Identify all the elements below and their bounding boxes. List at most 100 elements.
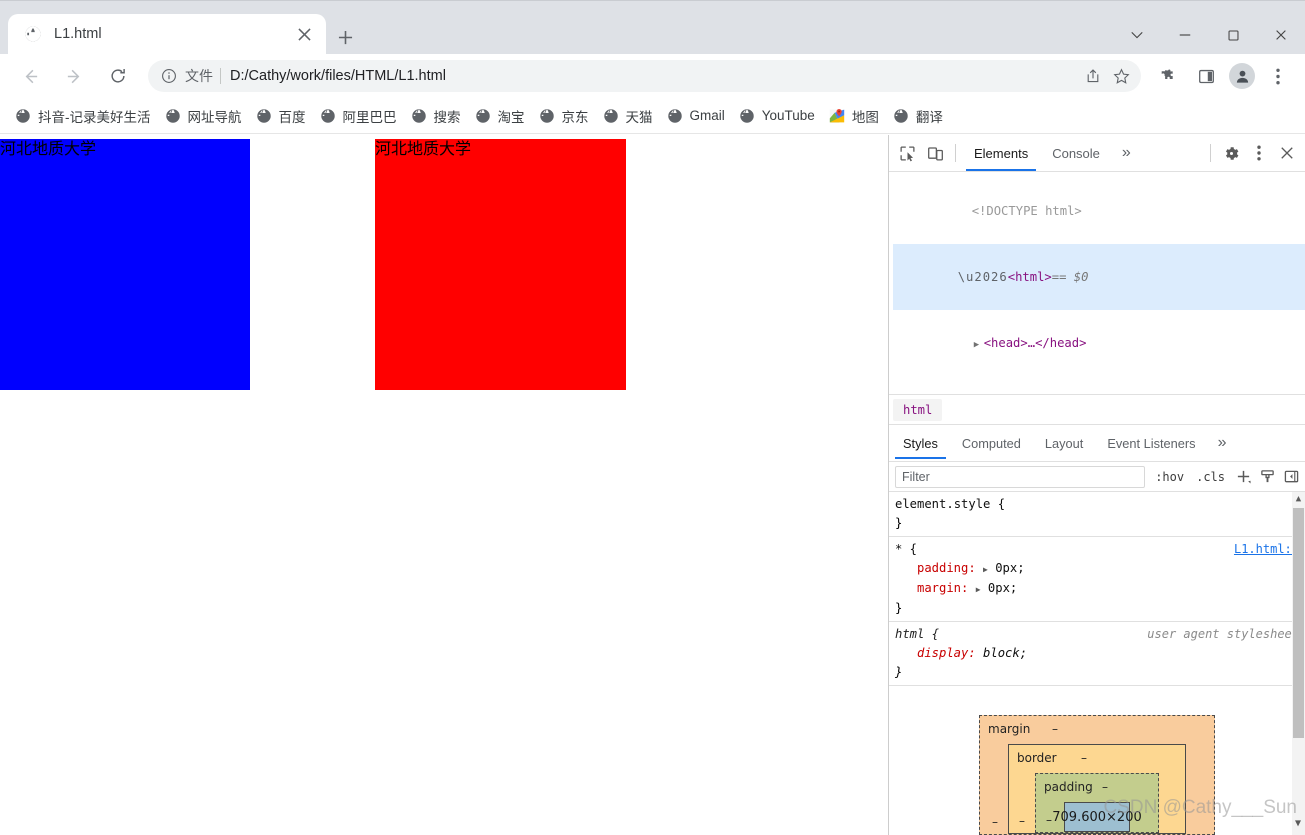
scrollbar-thumb[interactable] bbox=[1293, 508, 1304, 738]
bookmark-item[interactable]: 网址导航 bbox=[158, 103, 249, 129]
globe-icon bbox=[667, 108, 683, 124]
expand-triangle-icon[interactable]: ▶ bbox=[983, 565, 988, 574]
paintbrush-icon[interactable] bbox=[1255, 466, 1279, 488]
reload-button[interactable] bbox=[101, 59, 135, 93]
css-declaration-padding[interactable]: padding: ▶ 0px; bbox=[895, 559, 1299, 579]
tab-computed[interactable]: Computed bbox=[950, 427, 1033, 459]
bookmark-label: 翻译 bbox=[915, 109, 943, 125]
minimize-button[interactable] bbox=[1161, 12, 1209, 58]
device-toolbar-icon[interactable] bbox=[921, 139, 949, 167]
puzzle-icon[interactable] bbox=[1153, 61, 1183, 91]
three-dot-menu-icon[interactable] bbox=[1245, 139, 1273, 167]
dom-line-head[interactable]: ▶ <head>…</head> bbox=[893, 310, 1305, 378]
maximize-button[interactable] bbox=[1209, 12, 1257, 58]
hov-toggle-button[interactable]: :hov bbox=[1149, 470, 1190, 484]
scroll-down-arrow-icon[interactable]: ▼ bbox=[1295, 814, 1301, 833]
margin-value[interactable]: – bbox=[1052, 720, 1058, 739]
bookmark-item[interactable]: YouTube bbox=[732, 103, 822, 129]
browser-tab[interactable]: L1.html bbox=[8, 14, 326, 54]
bookmark-label: 京东 bbox=[561, 109, 589, 125]
bookmark-label: 网址导航 bbox=[187, 109, 242, 125]
breadcrumb-item-html[interactable]: html bbox=[893, 398, 943, 421]
bookmark-item[interactable]: 翻译 bbox=[886, 103, 950, 129]
bookmarks-bar: 抖音-记录美好生活 网址导航 百度 阿里巴巴 搜索 淘宝 京东 天猫 Gmail… bbox=[0, 98, 1305, 134]
expand-dots[interactable]: \u2026 bbox=[958, 270, 1008, 284]
new-style-rule-button[interactable] bbox=[1231, 466, 1255, 488]
bookmark-item[interactable]: 百度 bbox=[249, 103, 313, 129]
close-icon[interactable] bbox=[1273, 139, 1301, 167]
margin-label: margin bbox=[988, 722, 1031, 736]
side-panel-icon[interactable] bbox=[1191, 61, 1221, 91]
margin-bottom-value[interactable]: – bbox=[992, 813, 998, 832]
bookmark-item[interactable]: 京东 bbox=[532, 103, 596, 129]
three-dot-menu-icon[interactable] bbox=[1263, 61, 1293, 91]
bookmark-item[interactable]: 淘宝 bbox=[468, 103, 532, 129]
css-rule-universal[interactable]: L1.html:7 * { padding: ▶ 0px; margin: ▶ … bbox=[889, 537, 1305, 622]
dom-line-body-open[interactable]: ▼<body> bbox=[893, 378, 1305, 394]
css-declaration-margin[interactable]: margin: ▶ 0px; bbox=[895, 579, 1299, 599]
bookmark-item[interactable]: 天猫 bbox=[596, 103, 660, 129]
tab-search-button[interactable] bbox=[1113, 12, 1161, 58]
styles-scrollbar[interactable]: ▲ bbox=[1292, 492, 1305, 835]
bookmark-label: 淘宝 bbox=[497, 109, 525, 125]
tab-styles[interactable]: Styles bbox=[891, 427, 950, 459]
property-value[interactable]: 0px; bbox=[995, 561, 1024, 575]
rule-origin-link[interactable]: L1.html:7 bbox=[1234, 540, 1299, 559]
inspect-element-icon[interactable] bbox=[893, 139, 921, 167]
tab-layout[interactable]: Layout bbox=[1033, 427, 1095, 459]
bookmark-label: YouTube bbox=[761, 108, 815, 123]
property-value[interactable]: 0px; bbox=[988, 581, 1017, 595]
bookmark-item[interactable]: 地图 bbox=[822, 103, 886, 129]
share-icon[interactable] bbox=[1079, 62, 1107, 90]
padding-value[interactable]: – bbox=[1102, 778, 1108, 797]
styles-rules-pane[interactable]: element.style { } L1.html:7 * { padding:… bbox=[889, 492, 1305, 835]
rule-selector[interactable]: element.style { bbox=[895, 495, 1299, 514]
css-rule-html-ua[interactable]: user agent stylesheet html { display: bl… bbox=[889, 622, 1305, 686]
expand-triangle-icon[interactable]: ▶ bbox=[976, 585, 981, 594]
style-tabs-overflow-button[interactable]: » bbox=[1208, 425, 1237, 461]
box-model-border[interactable]: border – – padding – – 709.600×200 bbox=[1008, 744, 1186, 834]
new-tab-button[interactable] bbox=[330, 22, 360, 52]
forward-button[interactable] bbox=[57, 59, 91, 93]
property-name: margin: bbox=[917, 581, 969, 595]
close-tab-button[interactable] bbox=[292, 22, 316, 46]
tab-elements[interactable]: Elements bbox=[962, 135, 1040, 171]
bookmark-item[interactable]: 抖音-记录美好生活 bbox=[8, 103, 158, 129]
info-circle-icon[interactable] bbox=[158, 65, 180, 87]
star-icon[interactable] bbox=[1107, 62, 1135, 90]
padding-bottom-value[interactable]: – bbox=[1046, 811, 1052, 830]
css-rule-element-style[interactable]: element.style { } bbox=[889, 492, 1305, 537]
address-bar[interactable]: 文件 D:/Cathy/work/files/HTML/L1.html bbox=[148, 60, 1141, 92]
box-model-padding[interactable]: padding – – 709.600×200 bbox=[1035, 773, 1159, 833]
back-button[interactable] bbox=[13, 59, 47, 93]
border-bottom-value[interactable]: – bbox=[1019, 812, 1025, 831]
chevron-right-icon[interactable]: ▶ bbox=[974, 334, 984, 356]
box-model-margin[interactable]: margin – – border – – padding – – 709.60… bbox=[979, 715, 1215, 835]
profile-avatar-icon[interactable] bbox=[1229, 63, 1255, 89]
bookmark-label: 百度 bbox=[278, 109, 306, 125]
css-declaration-display[interactable]: display: block; bbox=[895, 644, 1299, 663]
tab-console[interactable]: Console bbox=[1040, 135, 1112, 171]
bookmark-item[interactable]: Gmail bbox=[660, 103, 732, 129]
bookmark-item[interactable]: 搜索 bbox=[404, 103, 468, 129]
dom-line-doctype[interactable]: <!DOCTYPE html> bbox=[893, 178, 1305, 244]
devtools-overflow-button[interactable]: » bbox=[1112, 135, 1141, 171]
globe-icon bbox=[24, 25, 42, 43]
tab-strip: L1.html bbox=[0, 6, 1305, 54]
filter-input[interactable]: Filter bbox=[895, 465, 1146, 488]
gear-icon[interactable] bbox=[1217, 139, 1245, 167]
box-model-content[interactable]: 709.600×200 bbox=[1052, 802, 1142, 832]
border-value[interactable]: – bbox=[1081, 749, 1087, 768]
cls-toggle-button[interactable]: .cls bbox=[1190, 470, 1231, 484]
rule-close-brace: } bbox=[895, 516, 903, 530]
toggle-sidebar-icon[interactable] bbox=[1279, 466, 1303, 488]
url-text[interactable]: D:/Cathy/work/files/HTML/L1.html bbox=[230, 68, 1079, 84]
tab-event-listeners[interactable]: Event Listeners bbox=[1095, 427, 1207, 459]
scroll-up-arrow-icon[interactable]: ▲ bbox=[1292, 492, 1305, 506]
rule-origin-label: user agent stylesheet bbox=[1147, 627, 1299, 641]
close-window-button[interactable] bbox=[1257, 12, 1305, 58]
dom-line-html-open[interactable]: \u2026<html>== $0 bbox=[893, 244, 1305, 310]
property-value[interactable]: block; bbox=[983, 646, 1027, 660]
dom-tree[interactable]: <!DOCTYPE html> \u2026<html>== $0 ▶ <head… bbox=[889, 172, 1305, 394]
bookmark-item[interactable]: 阿里巴巴 bbox=[313, 103, 404, 129]
